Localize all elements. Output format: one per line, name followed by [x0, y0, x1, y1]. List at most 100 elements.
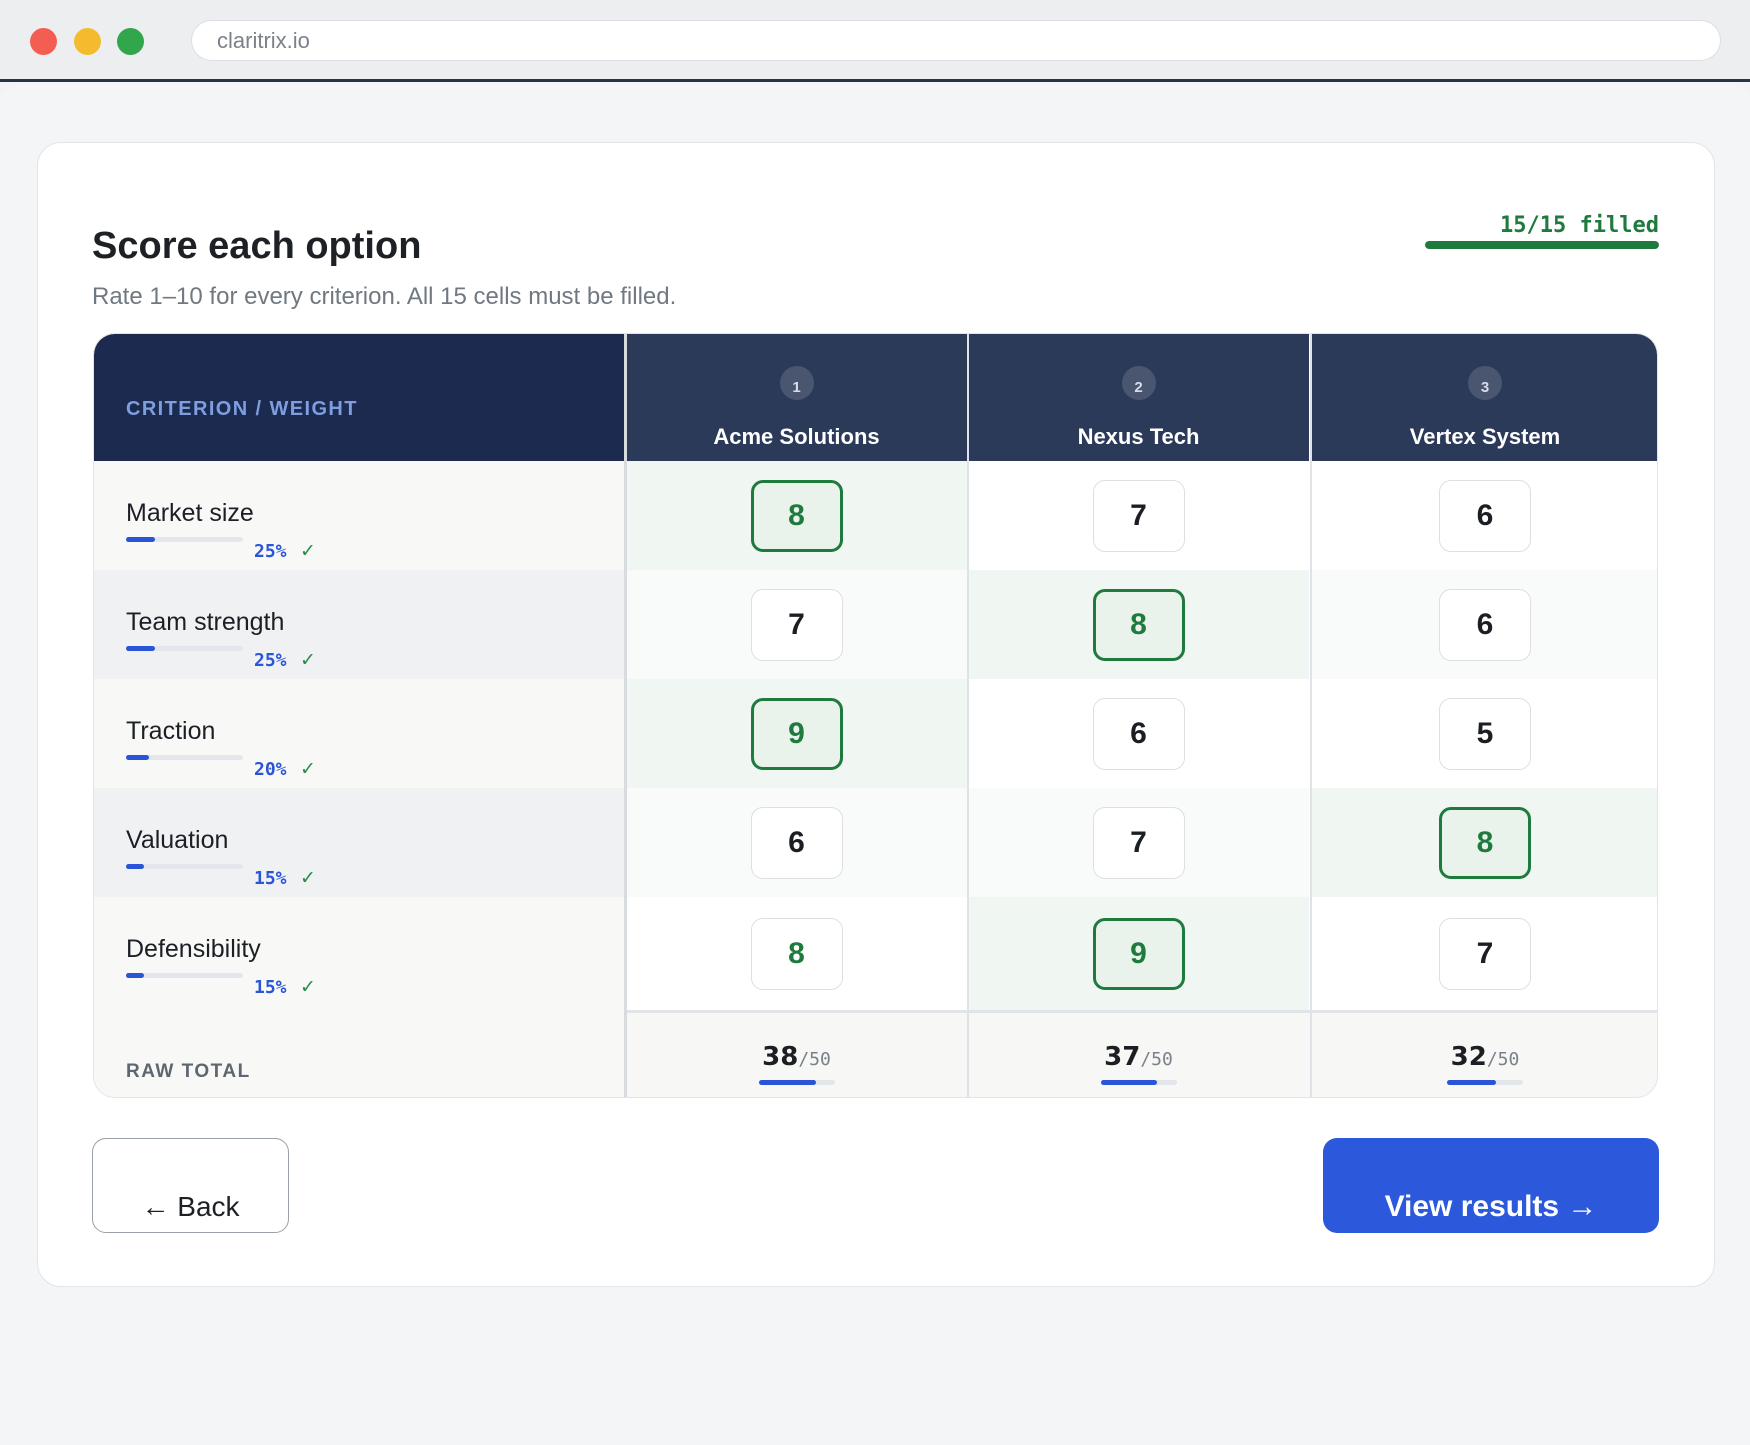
- minimize-window-icon[interactable]: [74, 28, 101, 55]
- criterion-name: Market size: [126, 499, 254, 527]
- score-input[interactable]: 9: [1092, 917, 1185, 990]
- score-input[interactable]: 7: [750, 588, 843, 661]
- score-cell: 7: [1311, 897, 1657, 1010]
- raw-total-value: 32: [1450, 1042, 1487, 1072]
- total-bar-fill: [1100, 1080, 1157, 1085]
- column-divider: [624, 334, 627, 1097]
- score-cell: 5: [1311, 679, 1657, 788]
- weight-label: 15%: [254, 977, 287, 998]
- raw-total-option-2: 37/50: [968, 1042, 1309, 1085]
- score-input[interactable]: 6: [1439, 479, 1531, 552]
- view-results-button[interactable]: View results →: [1323, 1138, 1659, 1233]
- score-input[interactable]: 5: [1439, 697, 1531, 770]
- check-icon: ✓: [300, 868, 316, 889]
- criterion-row-valuation: Valuation 15% ✓: [94, 788, 626, 897]
- totals-row-label-cell: [94, 1010, 626, 1097]
- total-bar: [1100, 1080, 1177, 1085]
- score-input[interactable]: 6: [1092, 697, 1185, 770]
- option-name: Vertex System: [1409, 424, 1561, 449]
- score-input[interactable]: 8: [1092, 588, 1185, 661]
- score-input[interactable]: 8: [1439, 806, 1531, 879]
- score-input[interactable]: 9: [750, 697, 843, 770]
- weight-bar: [126, 646, 243, 651]
- address-bar[interactable]: claritrix.io: [191, 20, 1721, 61]
- score-cell: 6: [626, 788, 967, 897]
- raw-total-max: /50: [798, 1049, 831, 1070]
- weight-label: 25%: [254, 650, 287, 671]
- score-cell: 6: [968, 679, 1309, 788]
- criterion-header: CRITERION / WEIGHT: [94, 334, 626, 461]
- weight-bar: [126, 537, 243, 542]
- weight-label: 15%: [254, 868, 287, 889]
- maximize-window-icon[interactable]: [117, 28, 144, 55]
- weight-bar: [126, 973, 243, 978]
- weight-bar: [126, 755, 243, 760]
- option-number-badge: 1: [779, 366, 814, 400]
- criterion-row-team-strength: Team strength 25% ✓: [94, 570, 626, 679]
- raw-total-value: 38: [762, 1042, 799, 1072]
- weight-bar-fill: [126, 973, 144, 978]
- option-header-2: 2 Nexus Tech: [968, 334, 1309, 461]
- criterion-header-label: CRITERION / WEIGHT: [126, 398, 358, 420]
- criterion-row-defensibility: Defensibility 15% ✓: [94, 897, 626, 1010]
- weight-bar-fill: [126, 755, 150, 760]
- criterion-name: Valuation: [126, 826, 229, 854]
- weight-bar-fill: [126, 646, 156, 651]
- raw-total-label: RAW TOTAL: [126, 1061, 251, 1082]
- total-bar-fill: [758, 1080, 817, 1085]
- check-icon: ✓: [300, 541, 316, 562]
- page-subtitle: Rate 1–10 for every criterion. All 15 ce…: [92, 283, 677, 310]
- criterion-name: Defensibility: [126, 935, 261, 963]
- score-cell: 8: [626, 461, 967, 570]
- total-bar-fill: [1447, 1080, 1496, 1085]
- score-matrix: CRITERION / WEIGHT 1 Acme Solutions 2 Ne…: [93, 333, 1658, 1098]
- score-cell: 8: [626, 897, 967, 1010]
- total-bar: [1447, 1080, 1523, 1085]
- score-input[interactable]: 6: [750, 806, 843, 879]
- close-window-icon[interactable]: [30, 28, 57, 55]
- criterion-name: Traction: [126, 717, 216, 745]
- option-number-badge: 2: [1121, 366, 1156, 400]
- check-icon: ✓: [300, 759, 316, 780]
- raw-total-max: /50: [1486, 1049, 1520, 1070]
- score-cell: 8: [968, 570, 1309, 679]
- check-icon: ✓: [300, 650, 316, 671]
- weight-label: 20%: [254, 759, 287, 780]
- score-cell: 9: [968, 897, 1309, 1010]
- score-input[interactable]: 7: [1439, 917, 1531, 990]
- browser-chrome: claritrix.io: [0, 0, 1750, 82]
- progress-bar: [1425, 241, 1659, 249]
- score-input[interactable]: 6: [1439, 588, 1531, 661]
- option-header-1: 1 Acme Solutions: [626, 334, 967, 461]
- column-divider: [1310, 334, 1312, 1097]
- score-cell: 6: [1311, 461, 1657, 570]
- score-cell: 9: [626, 679, 967, 788]
- total-bar: [758, 1080, 835, 1085]
- weight-label: 25%: [254, 541, 287, 562]
- score-cell: 7: [968, 788, 1309, 897]
- option-name: Nexus Tech: [1077, 424, 1200, 449]
- score-input[interactable]: 8: [750, 479, 843, 552]
- progress-bar-fill: [1425, 241, 1659, 249]
- score-cell: 8: [1311, 788, 1657, 897]
- weight-bar: [126, 864, 243, 869]
- option-name: Acme Solutions: [713, 424, 880, 449]
- criterion-row-traction: Traction 20% ✓: [94, 679, 626, 788]
- criterion-name: Team strength: [126, 608, 285, 636]
- raw-total-value: 37: [1104, 1042, 1141, 1072]
- score-cell: 6: [1311, 570, 1657, 679]
- score-input[interactable]: 7: [1092, 479, 1185, 552]
- score-cell: 7: [626, 570, 967, 679]
- raw-total-option-1: 38/50: [626, 1042, 967, 1085]
- raw-total-option-3: 32/50: [1311, 1042, 1657, 1085]
- check-icon: ✓: [300, 977, 316, 998]
- criterion-row-market-size: Market size 25% ✓: [94, 461, 626, 570]
- back-button[interactable]: ← Back: [92, 1138, 289, 1233]
- weight-bar-fill: [126, 537, 156, 542]
- page-title: Score each option: [92, 225, 422, 267]
- score-input[interactable]: 8: [750, 917, 843, 990]
- option-header-3: 3 Vertex System: [1311, 334, 1657, 461]
- option-number-badge: 3: [1468, 366, 1502, 400]
- score-input[interactable]: 7: [1092, 806, 1185, 879]
- score-cell: 7: [968, 461, 1309, 570]
